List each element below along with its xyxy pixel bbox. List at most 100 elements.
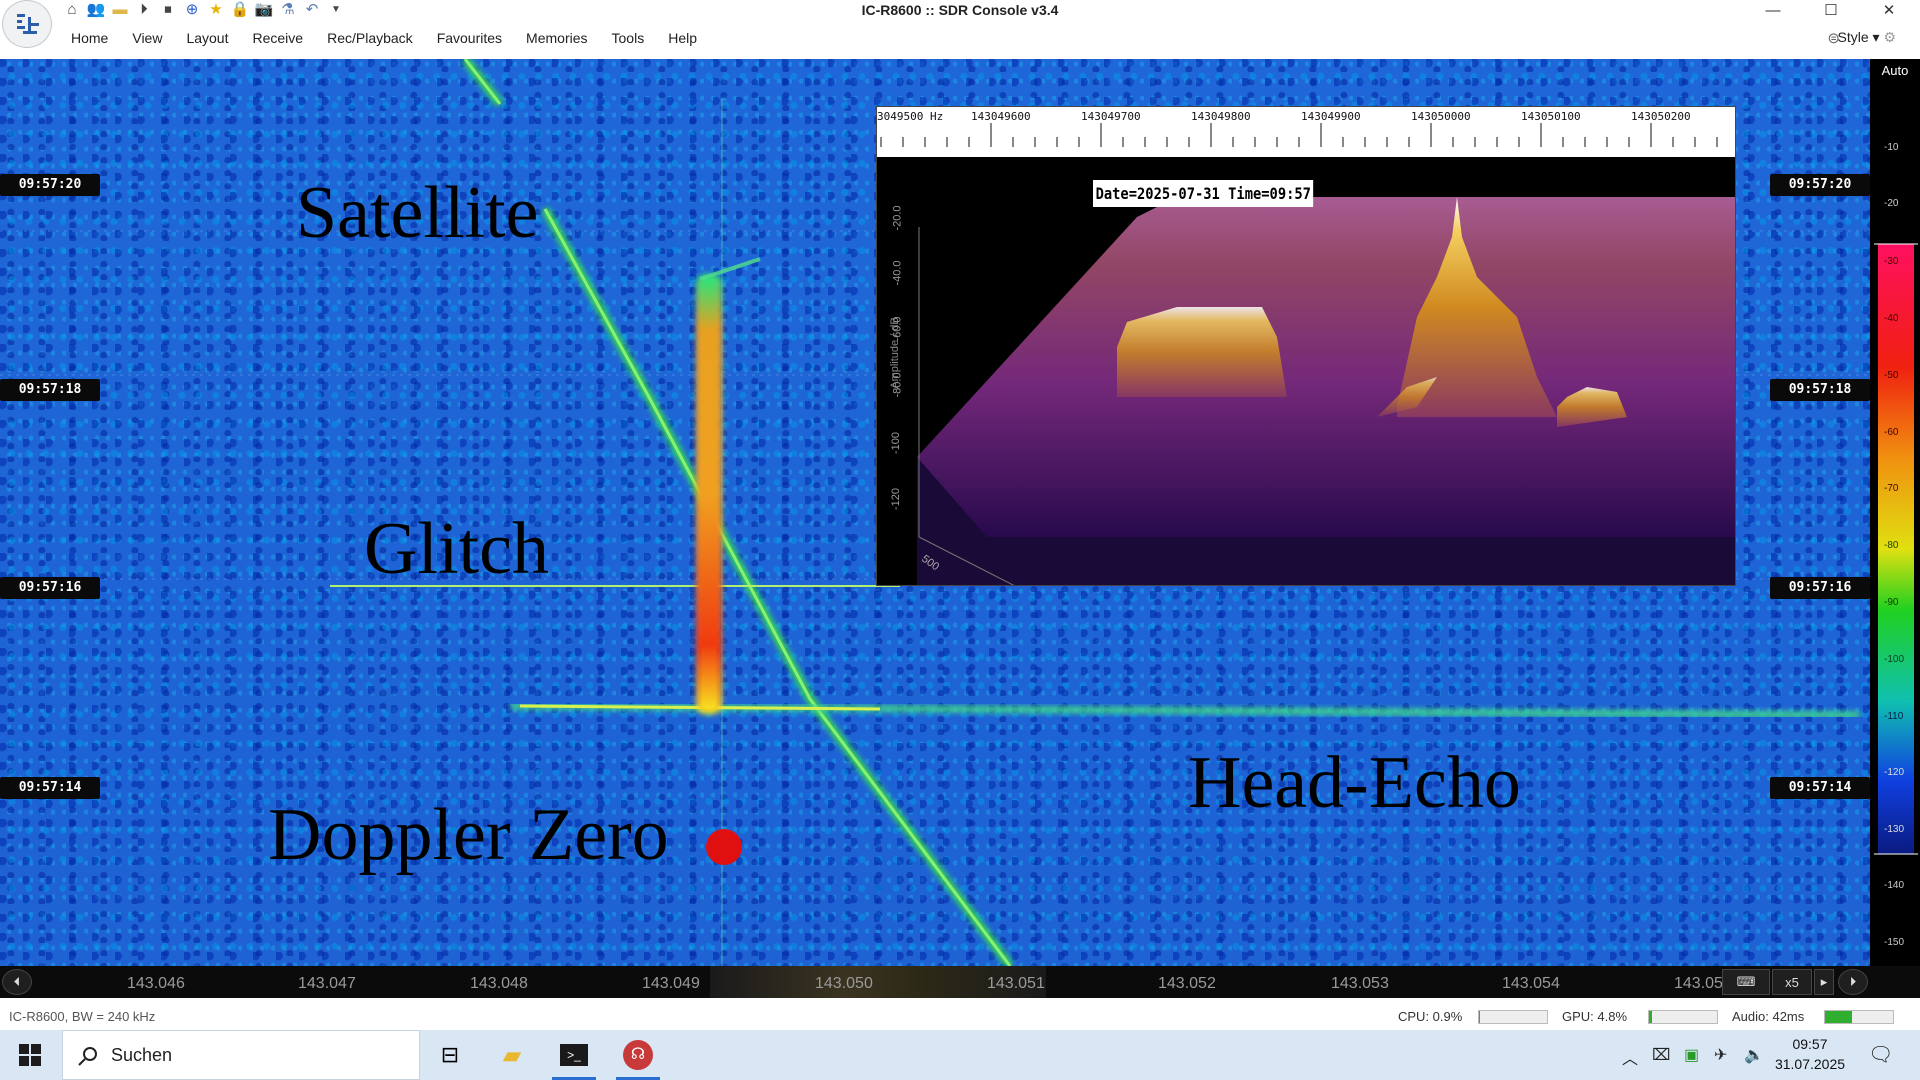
notifications-icon[interactable]: 🗨 — [1868, 1042, 1893, 1067]
freq-tick: 143.051 — [987, 975, 1045, 992]
scale-tick: -70 — [1884, 483, 1899, 494]
caret-right-icon: ▸ — [1820, 974, 1828, 989]
scale-tick: -80 — [1884, 540, 1899, 551]
time-label-right: 09:57:16 — [1770, 577, 1870, 599]
tray-volume-icon[interactable]: 🔈 — [1744, 1045, 1764, 1065]
terminal-button[interactable]: >_ — [546, 1030, 602, 1080]
time-label-right: 09:57:20 — [1770, 174, 1870, 196]
menu-memories[interactable]: Memories — [515, 30, 600, 46]
scale-tick: -60 — [1884, 427, 1899, 438]
taskbar-clock[interactable]: 09:57 31.07.2025 — [1770, 1034, 1850, 1074]
status-bar: IC-R8600, BW = 240 kHz CPU: 0.9% GPU: 4.… — [0, 1004, 1920, 1030]
inset-date-time: Date=2025-07-31 Time=09:57 — [1093, 180, 1314, 207]
rewind-icon: ⏴ — [13, 974, 21, 989]
taskbar-search[interactable]: Suchen — [62, 1030, 420, 1080]
file-explorer-button[interactable]: ▰ — [484, 1030, 540, 1080]
freq-tick: 143.050 — [815, 975, 873, 992]
scale-tick: -110 — [1884, 711, 1904, 722]
scale-tick: -40 — [1884, 313, 1899, 324]
tray-chevron-icon[interactable]: ︿ — [1622, 1045, 1638, 1069]
application-menu-button[interactable] — [2, 0, 52, 48]
maximize-button[interactable]: ☐ — [1802, 0, 1860, 20]
minimize-icon: — — [1765, 1, 1781, 19]
waterfall-display[interactable]: 09:57:20 09:57:18 09:57:16 09:57:14 09:5… — [0, 59, 1870, 966]
spectrum-3d-inset: 3049500 Hz 143049600 143049700 143049800… — [876, 106, 1736, 586]
scale-tick: -130 — [1884, 824, 1905, 835]
task-view-button[interactable]: ⊟ — [422, 1030, 478, 1080]
inset-y-tick: -60.0 — [891, 316, 904, 342]
zoom-arrow-button[interactable]: ▸ — [1814, 969, 1834, 995]
doppler-zero-marker — [706, 829, 742, 865]
clock-time: 09:57 — [1792, 1036, 1828, 1052]
time-label-right: 09:57:14 — [1770, 777, 1870, 799]
scale-tick: -90 — [1884, 597, 1899, 608]
inset-ruler-ticks — [880, 123, 1718, 147]
scale-tick: -120 — [1884, 767, 1905, 778]
menu-bar: Home View Layout Receive Rec/Playback Fa… — [0, 21, 1920, 59]
scroll-right-button[interactable]: ⏵ — [1838, 969, 1868, 995]
keyboard-button[interactable]: ⌨ — [1722, 969, 1770, 995]
scale-tick: -30 — [1884, 256, 1899, 267]
maximize-icon: ☐ — [1824, 2, 1838, 19]
cpu-meter — [1478, 1010, 1548, 1024]
frequency-axis[interactable]: ⏴ 143.046 143.047 143.048 143.049 143.05… — [0, 966, 1920, 998]
scale-tick: -100 — [1884, 654, 1905, 665]
style-menu[interactable]: Style ▾ ⚙ — [1838, 29, 1897, 46]
time-label-right: 09:57:18 — [1770, 379, 1870, 401]
sdr-console-icon: ☊ — [623, 1040, 653, 1070]
inset-frequency-ruler: 3049500 Hz 143049600 143049700 143049800… — [877, 107, 1735, 157]
cpu-status: CPU: 0.9% — [1398, 1009, 1463, 1024]
zoom-select[interactable]: x5 — [1772, 969, 1812, 995]
ribbon-tabs: Home View Layout Receive Rec/Playback Fa… — [60, 30, 710, 46]
close-button[interactable]: ✕ — [1860, 0, 1918, 20]
inset-y-tick: -20.0 — [891, 205, 904, 231]
scale-tick: -20 — [1884, 198, 1899, 209]
time-label-left: 09:57:16 — [0, 577, 100, 599]
menu-view[interactable]: View — [121, 30, 175, 46]
settings-gear-icon[interactable]: ⚙ — [1883, 29, 1896, 45]
scroll-left-button[interactable]: ⏴ — [2, 969, 32, 995]
audio-status: Audio: 42ms — [1732, 1009, 1805, 1024]
menu-favourites[interactable]: Favourites — [426, 30, 515, 46]
scale-tick: -10 — [1884, 142, 1899, 153]
freq-tick: 143.054 — [1502, 975, 1560, 992]
windows-taskbar: Suchen ⊟ ▰ >_ ☊ ︿ ⌧ ▣ ✈ 🔈 09:57 31.07.20… — [0, 1030, 1920, 1080]
gpu-status: GPU: 4.8% — [1562, 1009, 1628, 1024]
app-logo-icon — [17, 14, 39, 34]
window-title: IC-R8600 :: SDR Console v3.4 — [861, 2, 1059, 18]
menu-receive[interactable]: Receive — [242, 30, 317, 46]
scale-tick: -150 — [1884, 937, 1905, 948]
scale-tick: -50 — [1884, 370, 1899, 381]
search-placeholder: Suchen — [111, 1045, 173, 1065]
start-button[interactable] — [0, 1030, 60, 1080]
device-status: IC-R8600, BW = 240 kHz — [9, 1009, 156, 1024]
style-label: Style — [1837, 29, 1869, 45]
sdr-console-window: ⌂ 👥 ▬ ⏵ ⏹ ⊕ ★ 🔒 📷 ⚗ ↶ ▼ IC-R8600 :: SDR … — [0, 0, 1920, 1080]
minimize-button[interactable]: — — [1744, 0, 1802, 20]
freq-tick: 143.048 — [470, 975, 528, 992]
menu-home[interactable]: Home — [60, 30, 121, 46]
menu-layout[interactable]: Layout — [175, 30, 241, 46]
color-scale[interactable]: Auto -10 -20 -30 -40 -50 -60 -70 -80 -90 — [1870, 59, 1920, 966]
time-label-left: 09:57:14 — [0, 777, 100, 799]
menu-rec-playback[interactable]: Rec/Playback — [316, 30, 426, 46]
freq-tick: 143.05 — [1674, 975, 1723, 992]
sdr-console-taskbar-button[interactable]: ☊ — [610, 1030, 666, 1080]
inset-y-tick: -100 — [890, 431, 903, 455]
inset-y-tick: -120 — [890, 487, 903, 511]
tray-nvidia-icon[interactable]: ▣ — [1684, 1045, 1699, 1065]
freq-tick: 143.046 — [127, 975, 185, 992]
satellite-annotation: Satellite — [296, 172, 539, 254]
tray-airplane-icon[interactable]: ✈ — [1714, 1045, 1727, 1065]
tray-network-card-icon[interactable]: ⌧ — [1652, 1045, 1670, 1065]
inset-3d-surface — [917, 197, 1735, 585]
cpu-meter-fill — [1479, 1011, 1481, 1023]
gpu-meter — [1648, 1010, 1718, 1024]
menu-tools[interactable]: Tools — [601, 30, 658, 46]
task-view-icon: ⊟ — [440, 1042, 460, 1067]
close-icon: ✕ — [1882, 2, 1896, 19]
title-bar: ⌂ 👥 ▬ ⏵ ⏹ ⊕ ★ 🔒 📷 ⚗ ↶ ▼ IC-R8600 :: SDR … — [0, 0, 1920, 48]
keyboard-icon: ⌨ — [1736, 974, 1756, 989]
doppler-zero-annotation: Doppler Zero — [268, 794, 669, 876]
menu-help[interactable]: Help — [657, 30, 710, 46]
